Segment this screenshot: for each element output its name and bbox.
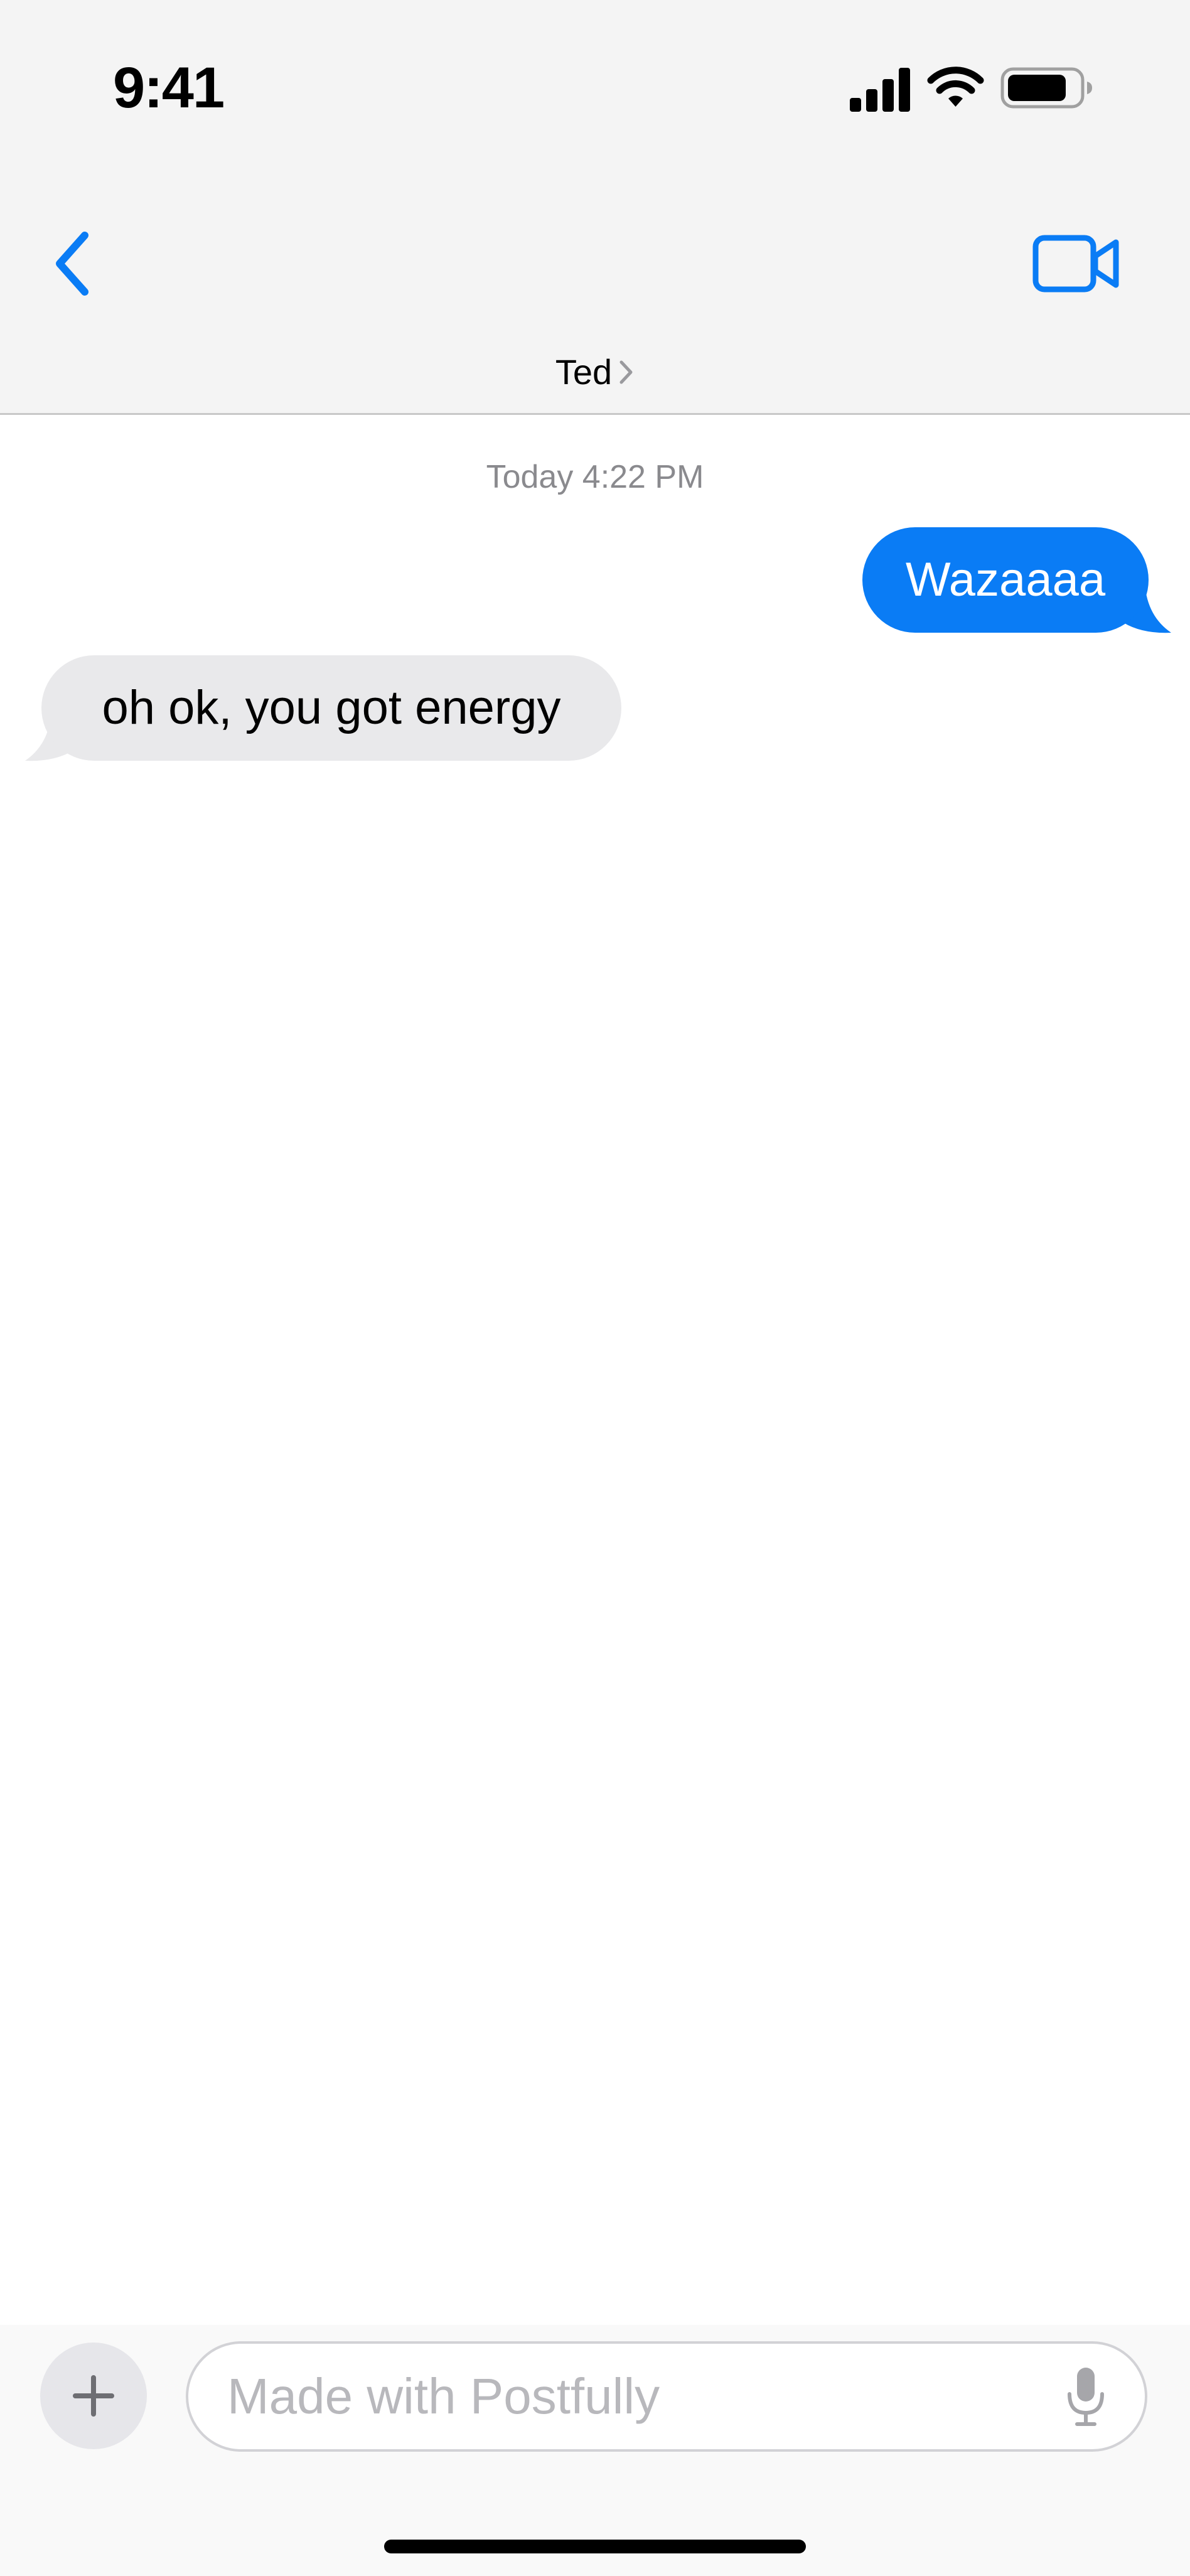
chevron-right-icon: [619, 360, 633, 384]
conversation-timestamp: Today 4:22 PM: [486, 459, 704, 495]
message-text: oh ok, you got energy: [102, 681, 561, 734]
plus-icon: [73, 2375, 114, 2417]
message-text: Wazaaaa: [905, 553, 1106, 606]
battery-icon: [1000, 67, 1092, 109]
dictation-button[interactable]: [1054, 2361, 1117, 2432]
contact-details-link[interactable]: Ted: [555, 352, 635, 392]
message-field[interactable]: [186, 2341, 1147, 2452]
video-camera-icon: [1032, 235, 1119, 292]
home-indicator: [384, 2540, 806, 2553]
video-call-button[interactable]: [1029, 232, 1123, 295]
wifi-icon: [927, 67, 984, 107]
message-bubble-sent[interactable]: Wazaaaa: [862, 527, 1149, 633]
cellular-signal-icon: [850, 68, 910, 112]
contact-header: Ted: [0, 352, 1190, 392]
message-bubble-received[interactable]: oh ok, you got energy: [41, 655, 621, 761]
add-attachment-button[interactable]: [40, 2343, 147, 2449]
back-button[interactable]: [44, 226, 100, 301]
microphone-icon: [1068, 2368, 1104, 2426]
header-divider: [0, 413, 1190, 415]
contact-name: Ted: [555, 352, 613, 392]
chevron-left-icon: [56, 232, 88, 296]
status-time: 9:41: [113, 56, 225, 120]
message-input[interactable]: [227, 2344, 1043, 2449]
